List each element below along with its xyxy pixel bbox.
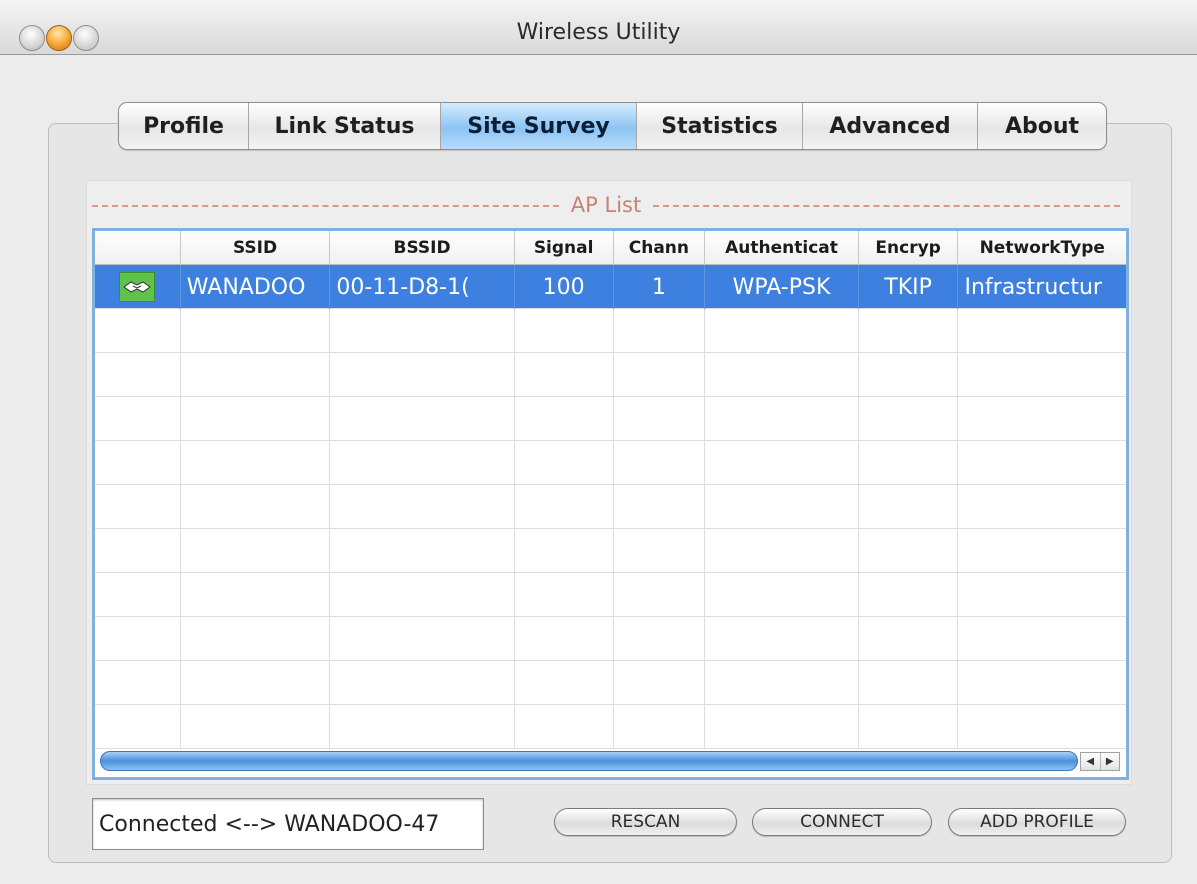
- tab-statistics[interactable]: Statistics: [637, 103, 803, 149]
- ap-list-label: AP List: [570, 193, 642, 217]
- column-header-network-type[interactable]: NetworkType: [958, 231, 1126, 264]
- authentication-cell: WPA-PSK: [705, 265, 859, 309]
- dashed-divider-right: [653, 205, 1121, 207]
- tab-profile[interactable]: Profile: [119, 103, 249, 149]
- tab-advanced[interactable]: Advanced: [803, 103, 978, 149]
- table-row[interactable]: [95, 309, 1126, 353]
- connection-status-field: Connected <--> WANADOO-47: [92, 798, 484, 850]
- tab-bar: Profile Link Status Site Survey Statisti…: [118, 102, 1107, 150]
- scrollbar-arrows: ◀ ▶: [1080, 752, 1120, 771]
- table-row[interactable]: [95, 705, 1126, 749]
- dashed-divider-left: [92, 205, 559, 207]
- table-row[interactable]: [95, 573, 1126, 617]
- table-header: SSID BSSID Signal Chann Authenticat Encr…: [95, 231, 1126, 265]
- table-row[interactable]: [95, 617, 1126, 661]
- connect-button[interactable]: CONNECT: [752, 808, 932, 836]
- window-title: Wireless Utility: [516, 20, 681, 45]
- column-header-ssid[interactable]: SSID: [181, 231, 331, 264]
- ssid-cell: WANADOO: [181, 265, 331, 309]
- column-header-signal[interactable]: Signal: [515, 231, 614, 264]
- scroll-left-arrow-icon[interactable]: ◀: [1081, 753, 1101, 770]
- network-type-cell: Infrastructur: [964, 274, 1102, 300]
- table-row[interactable]: [95, 529, 1126, 573]
- horizontal-scrollbar-thumb[interactable]: [100, 751, 1078, 771]
- table-row[interactable]: WANADOO 00-11-D8-1( 100 1 WPA-PSK TKIP I…: [95, 265, 1126, 309]
- table-row[interactable]: [95, 661, 1126, 705]
- table-row[interactable]: [95, 397, 1126, 441]
- tab-site-survey[interactable]: Site Survey: [441, 103, 637, 149]
- ap-list-title: AP List: [92, 190, 1121, 220]
- add-profile-button[interactable]: ADD PROFILE: [948, 808, 1126, 836]
- channel-cell: 1: [614, 265, 706, 309]
- encryption-cell: TKIP: [859, 265, 959, 309]
- table-row[interactable]: [95, 441, 1126, 485]
- column-header-encryption[interactable]: Encryp: [859, 231, 959, 264]
- tab-about[interactable]: About: [978, 103, 1106, 149]
- table-row[interactable]: [95, 353, 1126, 397]
- title-bar: Wireless Utility: [0, 0, 1197, 55]
- column-header-icon[interactable]: [95, 231, 181, 264]
- column-header-channel[interactable]: Chann: [614, 231, 706, 264]
- rescan-button[interactable]: RESCAN: [554, 808, 737, 836]
- bssid-cell: 00-11-D8-1(: [330, 265, 515, 309]
- column-header-bssid[interactable]: BSSID: [330, 231, 515, 264]
- table-row[interactable]: [95, 485, 1126, 529]
- signal-cell: 100: [515, 265, 614, 309]
- wireless-utility-window: Wireless Utility Profile Link Status Sit…: [0, 0, 1197, 884]
- column-header-authentication[interactable]: Authenticat: [705, 231, 859, 264]
- ap-list-table[interactable]: SSID BSSID Signal Chann Authenticat Encr…: [92, 228, 1129, 780]
- handshake-icon: [119, 272, 156, 302]
- scroll-right-arrow-icon[interactable]: ▶: [1101, 753, 1120, 770]
- table-body: WANADOO 00-11-D8-1( 100 1 WPA-PSK TKIP I…: [95, 265, 1126, 749]
- tab-link-status[interactable]: Link Status: [249, 103, 441, 149]
- ap-icon-cell: [95, 265, 181, 309]
